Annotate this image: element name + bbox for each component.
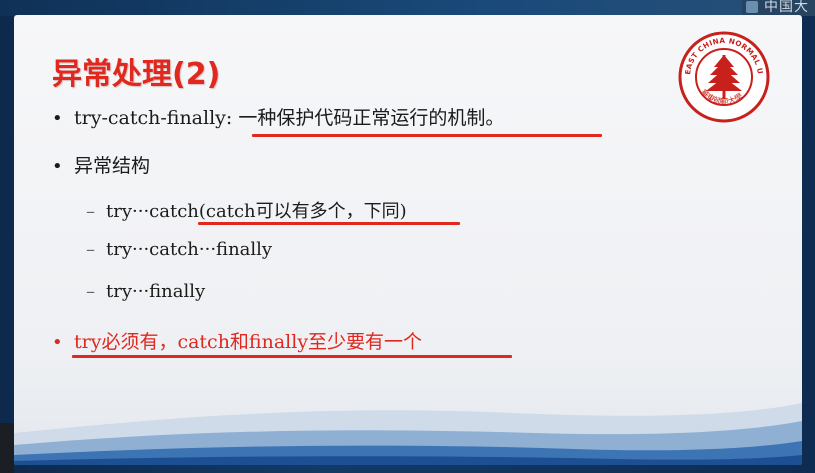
bullet-marker: •	[52, 332, 63, 353]
top-strip	[0, 0, 815, 16]
university-seal-icon: EAST CHINA NORMAL UNIVERSITY 華東師範大學	[678, 31, 770, 123]
dash-marker: –	[86, 239, 95, 260]
red-underline	[198, 222, 460, 225]
sub-item-prefix: try···catch	[106, 201, 199, 222]
bullet-text: 一种保护代码正常运行的机制。	[238, 107, 505, 129]
sub-item-try-finally: – try···finally	[86, 281, 205, 302]
bullet-prefix: try-catch-finally:	[74, 107, 239, 129]
sub-item-try-catch-finally: – try···catch···finally	[86, 239, 272, 260]
red-underline	[72, 355, 512, 358]
bullet-text: 异常结构	[74, 155, 151, 177]
sub-item-text: (catch可以有多个，下同)	[198, 201, 407, 222]
watermark-text: 中国大	[764, 0, 809, 15]
bullet-mechanism: • try-catch-finally: 一种保护代码正常运行的机制。	[52, 103, 504, 130]
bullet-text: try必须有，catch和finally至少要有一个	[74, 331, 423, 353]
bullet-structure: • 异常结构	[52, 151, 150, 178]
bullet-highlight: • try必须有，catch和finally至少要有一个	[52, 327, 422, 354]
sub-item-text: try···catch···finally	[106, 239, 273, 260]
page-title: 异常处理(2)	[52, 57, 221, 92]
slide: 异常处理(2) EAST CHINA NORMAL UNIVERSITY 華東師…	[14, 15, 802, 465]
screen: 中国大 异常处理(2) EAST CHINA NORMAL UNIVERSITY…	[0, 0, 815, 473]
dash-marker: –	[86, 201, 95, 222]
red-underline	[252, 134, 602, 137]
bullet-marker: •	[52, 156, 63, 177]
bullet-marker: •	[52, 108, 63, 129]
sub-item-try-catch: – try···catch(catch可以有多个，下同)	[86, 197, 407, 223]
decorative-wave	[14, 403, 802, 465]
corner-shade	[0, 423, 14, 473]
watermark-logo-icon	[746, 1, 758, 13]
watermark: 中国大	[742, 0, 815, 16]
sub-item-text: try···finally	[106, 281, 206, 302]
dash-marker: –	[86, 281, 95, 302]
